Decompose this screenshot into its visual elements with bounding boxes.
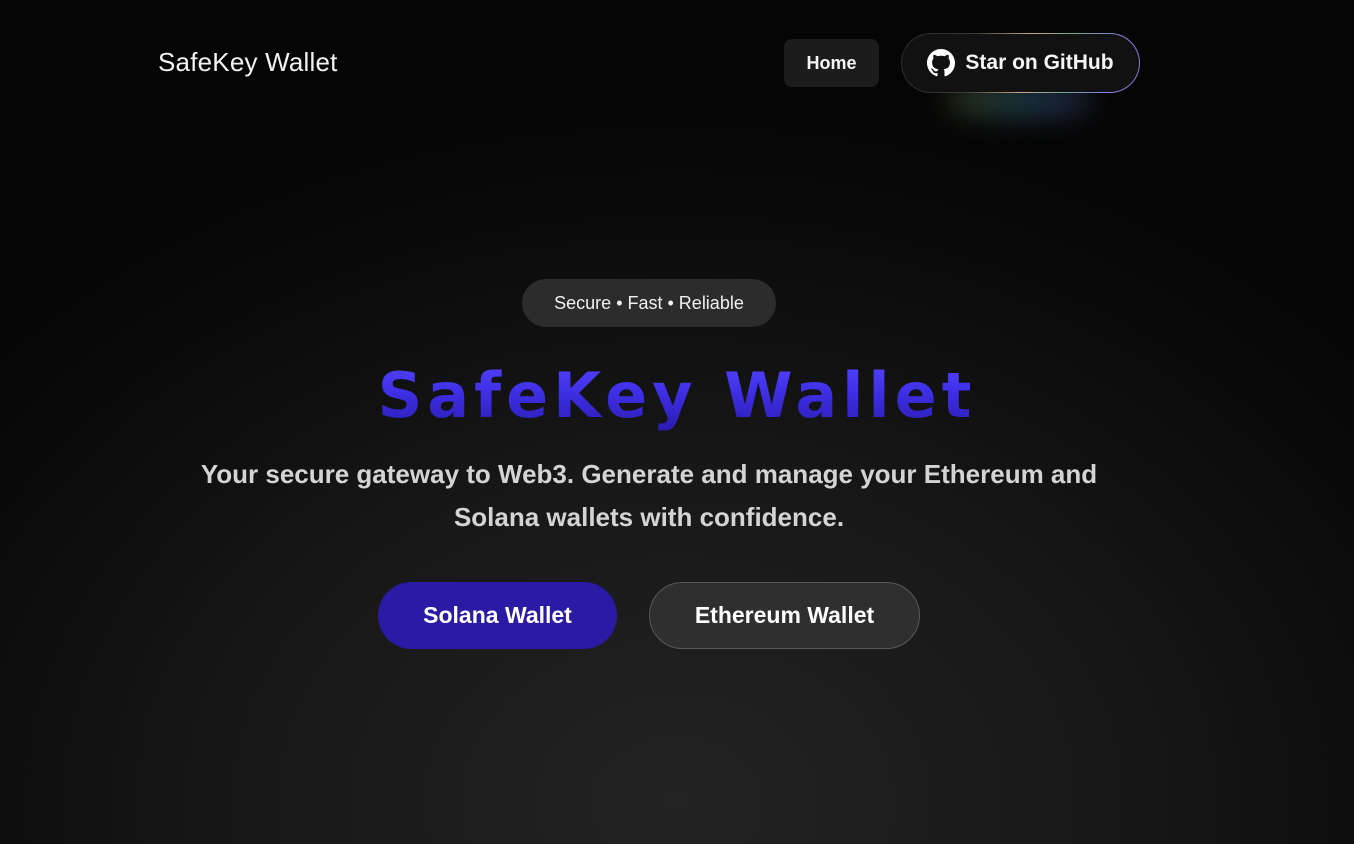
brand-logo-text[interactable]: SafeKey Wallet [158, 47, 338, 78]
hero-subtitle: Your secure gateway to Web3. Generate an… [200, 459, 1098, 532]
home-nav-button[interactable]: Home [784, 39, 879, 87]
star-on-github-label: Star on GitHub [965, 51, 1114, 74]
star-on-github-button-inner: Star on GitHub [902, 34, 1139, 92]
solana-wallet-button[interactable]: Solana Wallet [378, 582, 617, 649]
top-navigation: SafeKey Wallet Home Star on GitHub [0, 0, 1354, 128]
star-on-github-button[interactable]: Star on GitHub [901, 33, 1140, 93]
tagline-badge: Secure • Fast • Reliable [522, 279, 776, 327]
ethereum-wallet-button[interactable]: Ethereum Wallet [649, 582, 920, 649]
hero-title-text: SafeKey Wallet [377, 359, 977, 432]
hero-title: SafeKey Wallet [0, 356, 1354, 436]
github-icon [927, 49, 956, 77]
